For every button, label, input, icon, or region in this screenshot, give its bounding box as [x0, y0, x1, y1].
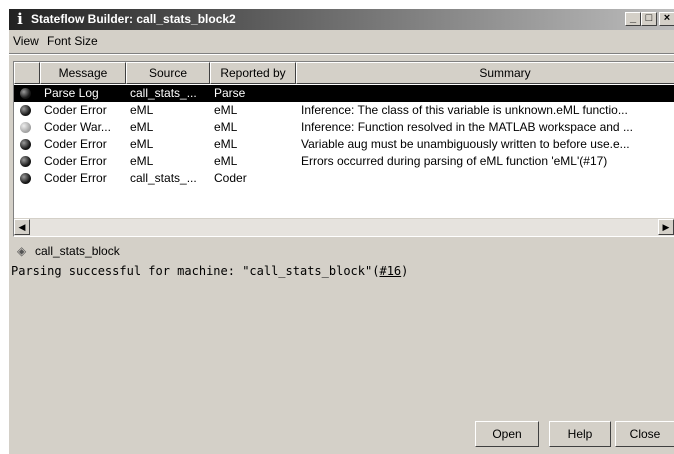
source-cell: call_stats_... — [130, 86, 197, 100]
console-text: Parsing successful for machine: "call_st… — [11, 264, 380, 278]
source-cell: eML — [130, 137, 154, 151]
message-cell: Coder War... — [44, 120, 111, 134]
menu-bar: View Font Size — [9, 31, 674, 51]
source-cell: eML — [130, 154, 154, 168]
summary-cell: Inference: The class of this variable is… — [301, 103, 628, 117]
summary-cell: Variable aug must be unambiguously writt… — [301, 137, 630, 151]
message-cell: Coder Error — [44, 171, 107, 185]
error-status-icon — [20, 173, 31, 184]
column-header-source[interactable]: Source — [126, 62, 210, 84]
reported-by-cell: eML — [214, 137, 238, 151]
console-line: Parsing successful for machine: "call_st… — [11, 264, 408, 278]
menu-font-size[interactable]: Font Size — [47, 34, 98, 48]
table-row[interactable]: Coder Error eML eML Inference: The class of… — [14, 102, 674, 119]
table-row[interactable]: Coder War... eML eML Inference: Function re… — [14, 119, 674, 136]
error-status-icon — [20, 156, 31, 167]
horizontal-scrollbar[interactable]: ◀ ▶ — [14, 218, 674, 236]
table-header: Message Source Reported by Summary — [14, 62, 674, 84]
reported-by-cell: eML — [214, 154, 238, 168]
close-window-button[interactable]: × — [659, 12, 674, 26]
info-icon: i — [17, 10, 23, 28]
message-cell: Coder Error — [44, 137, 107, 151]
stateflow-builder-window: i Stateflow Builder: call_stats_block2 _… — [8, 8, 674, 454]
table-row[interactable]: Coder Error eML eML Errors occurred during … — [14, 153, 674, 170]
source-cell: call_stats_... — [130, 171, 197, 185]
table-row[interactable]: Coder Error eML eML Variable aug must be un… — [14, 136, 674, 153]
maximize-button[interactable]: □ — [641, 12, 657, 26]
path-text[interactable]: call_stats_block — [35, 244, 120, 258]
reported-by-cell: Coder — [214, 171, 247, 185]
help-button[interactable]: Help — [549, 421, 611, 447]
summary-cell — [301, 85, 674, 102]
scroll-left-icon[interactable]: ◀ — [14, 219, 30, 235]
source-cell: eML — [130, 103, 154, 117]
table-row[interactable]: Parse Log call_stats_... Parse — [14, 85, 674, 102]
error-status-icon — [20, 105, 31, 116]
summary-cell — [301, 170, 674, 187]
error-status-icon — [20, 88, 31, 99]
source-cell: eML — [130, 120, 154, 134]
scroll-right-icon[interactable]: ▶ — [658, 219, 674, 235]
console-suffix: ) — [401, 264, 409, 278]
minimize-button[interactable]: _ — [625, 12, 641, 26]
window-title: Stateflow Builder: call_stats_block2 — [31, 12, 236, 26]
column-header-status[interactable] — [14, 62, 40, 84]
message-console: Parsing successful for machine: "call_st… — [9, 262, 674, 412]
title-bar[interactable]: i Stateflow Builder: call_stats_block2 _… — [9, 9, 674, 30]
menu-separator — [9, 53, 674, 55]
error-status-icon — [20, 139, 31, 150]
open-button[interactable]: Open — [475, 421, 539, 447]
message-cell: Coder Error — [44, 154, 107, 168]
column-header-summary[interactable]: Summary — [296, 62, 674, 84]
reported-by-cell: eML — [214, 120, 238, 134]
column-header-reported-by[interactable]: Reported by — [210, 62, 296, 84]
console-link[interactable]: #16 — [379, 264, 401, 278]
diamond-icon: ◈ — [17, 244, 27, 258]
table-row[interactable]: Coder Error call_stats_... Coder — [14, 170, 674, 187]
warning-status-icon — [20, 122, 31, 133]
message-cell: Coder Error — [44, 103, 107, 117]
menu-view[interactable]: View — [13, 34, 39, 48]
message-table: Message Source Reported by Summary Parse… — [13, 61, 674, 237]
close-button[interactable]: Close — [615, 421, 674, 447]
path-bar: ◈ call_stats_block — [13, 241, 674, 261]
summary-cell: Inference: Function resolved in the MATL… — [301, 120, 633, 134]
message-cell: Parse Log — [44, 86, 99, 100]
reported-by-cell: eML — [214, 103, 238, 117]
reported-by-cell: Parse — [214, 86, 246, 100]
column-header-message[interactable]: Message — [40, 62, 126, 84]
summary-cell: Errors occurred during parsing of eML fu… — [301, 154, 608, 168]
